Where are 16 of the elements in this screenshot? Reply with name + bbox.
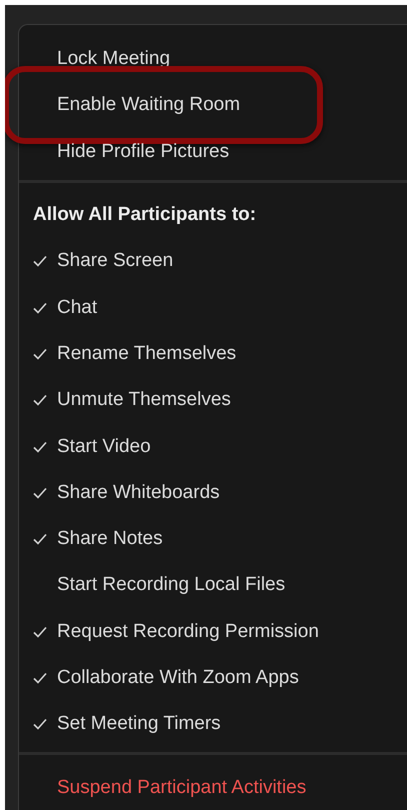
- menu-item[interactable]: Collaborate With Zoom Apps: [57, 667, 299, 689]
- menu-item[interactable]: Hide Profile Pictures: [57, 140, 230, 163]
- menu-item[interactable]: Enable Waiting Room: [57, 94, 240, 116]
- menu-item[interactable]: Set Meeting Timers: [57, 713, 221, 736]
- menu-item[interactable]: Start Video: [57, 436, 151, 458]
- menu-item[interactable]: Unmute Themselves: [57, 389, 231, 412]
- menu-item[interactable]: Lock Meeting: [57, 48, 170, 70]
- section-title: Allow All Participants to:: [33, 204, 256, 226]
- menu-item[interactable]: Request Recording Permission: [57, 620, 319, 643]
- menu-item[interactable]: Rename Themselves: [57, 342, 236, 365]
- menu-item[interactable]: Share Screen: [57, 250, 174, 272]
- menu-item[interactable]: Suspend Participant Activities: [57, 776, 306, 799]
- menu-item[interactable]: Chat: [57, 296, 98, 319]
- menu-item[interactable]: Share Whiteboards: [57, 482, 220, 504]
- menu-item[interactable]: Share Notes: [57, 528, 163, 550]
- menu-item[interactable]: Start Recording Local Files: [57, 574, 286, 596]
